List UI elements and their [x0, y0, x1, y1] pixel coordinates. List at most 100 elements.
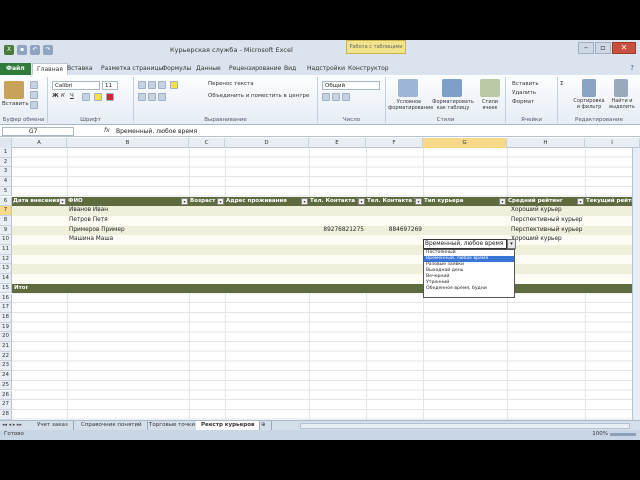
row-header[interactable]: 20	[0, 332, 12, 342]
cell-fio[interactable]: Иванов Иван	[69, 206, 108, 216]
align-middle-icon[interactable]	[148, 81, 156, 89]
align-left-icon[interactable]	[138, 93, 146, 101]
row-header[interactable]: 21	[0, 342, 12, 352]
filter-dropdown-icon[interactable]: ▾	[217, 197, 224, 205]
row-header[interactable]: 25	[0, 380, 12, 391]
row-header[interactable]: 19	[0, 322, 12, 333]
row-header[interactable]: 9	[0, 225, 12, 236]
autosum-icon[interactable]: Σ	[560, 81, 563, 87]
table-row[interactable]	[12, 274, 640, 284]
orientation-icon[interactable]	[170, 81, 178, 89]
cell-fio[interactable]: Машина Маша	[69, 235, 113, 245]
align-right-icon[interactable]	[158, 93, 166, 101]
tab-addins[interactable]: Надстройки	[307, 63, 345, 75]
row-header[interactable]: 17	[0, 303, 12, 313]
row-header[interactable]: 11	[0, 245, 12, 255]
format-painter-icon[interactable]	[30, 101, 38, 109]
row-header[interactable]: 22	[0, 351, 12, 362]
name-box[interactable]: G7	[2, 127, 74, 136]
paste-button[interactable]: Вставить	[2, 101, 29, 107]
cell-phone1[interactable]: 89276821275	[309, 226, 364, 236]
number-format-select[interactable]: Общий	[322, 81, 380, 90]
zoom-slider[interactable]	[610, 433, 636, 436]
row-header[interactable]: 7	[0, 206, 12, 216]
sheet-tab-orders[interactable]: Учет заказ	[32, 421, 74, 430]
tab-page-layout[interactable]: Разметка страницы	[101, 63, 163, 75]
font-name-select[interactable]: Calibri	[52, 81, 100, 90]
italic-icon[interactable]: К	[61, 93, 65, 99]
cell-avg-rating[interactable]: Перспективный курьер	[511, 226, 582, 236]
filter-dropdown-icon[interactable]: ▾	[358, 197, 365, 205]
conditional-format-icon[interactable]	[398, 79, 418, 97]
copy-icon[interactable]	[30, 91, 38, 99]
currency-icon[interactable]	[322, 93, 330, 101]
sheet-tab-glossary[interactable]: Справочник понятий	[76, 421, 148, 430]
help-icon[interactable]: ?	[630, 64, 634, 72]
table-row[interactable]	[12, 254, 640, 265]
column-header-c[interactable]: C	[189, 138, 225, 148]
filter-dropdown-icon[interactable]: ▾	[577, 197, 584, 205]
column-header-b[interactable]: B	[67, 138, 189, 148]
fill-color-icon[interactable]	[94, 93, 102, 101]
row-header[interactable]: 13	[0, 264, 12, 275]
cell-fio[interactable]: Примеров Пример	[69, 226, 125, 236]
column-header-g[interactable]: G	[423, 138, 507, 148]
align-center-icon[interactable]	[148, 93, 156, 101]
insert-cells-button[interactable]: Вставить	[512, 81, 539, 87]
tab-home[interactable]: Главная	[32, 63, 68, 75]
table-row[interactable]: Машина Маша Хороший курьер	[12, 235, 640, 245]
row-header[interactable]: 10	[0, 235, 12, 245]
underline-icon[interactable]: Ч	[70, 93, 74, 99]
tab-insert[interactable]: Вставка	[67, 63, 92, 75]
row-header[interactable]: 26	[0, 390, 12, 401]
align-top-icon[interactable]	[138, 81, 146, 89]
cell-avg-rating[interactable]: Хороший курьер	[511, 235, 562, 245]
align-bottom-icon[interactable]	[158, 81, 166, 89]
format-table-icon[interactable]	[442, 79, 462, 97]
cell-styles-button[interactable]: Стили ячеек	[476, 99, 504, 111]
row-header[interactable]: 1	[0, 148, 12, 158]
dropdown-option[interactable]: Обеденное время, будни	[424, 286, 514, 292]
table-row[interactable]: Петров Петя Перспективный курьер	[12, 215, 640, 226]
filter-dropdown-icon[interactable]: ▾	[301, 197, 308, 205]
row-header[interactable]: 4	[0, 177, 12, 187]
delete-cells-button[interactable]: Удалить	[512, 90, 536, 96]
cell-avg-rating[interactable]: Перспективный курьер	[511, 216, 582, 226]
filter-dropdown-icon[interactable]: ▾	[59, 197, 66, 205]
table-row[interactable]	[12, 245, 640, 255]
redo-icon[interactable]: ↷	[43, 45, 53, 55]
sheet-tab-outlets[interactable]: Торговые точки	[144, 421, 201, 430]
column-header-e[interactable]: E	[309, 138, 366, 148]
row-header[interactable]: 8	[0, 215, 12, 226]
tab-review[interactable]: Рецензирование	[229, 63, 281, 75]
column-header-i[interactable]: I	[585, 138, 640, 148]
tab-design[interactable]: Конструктор	[348, 63, 389, 75]
new-sheet-icon[interactable]: ⊕	[256, 421, 272, 430]
row-header[interactable]: 16	[0, 293, 12, 304]
cell-styles-icon[interactable]	[480, 79, 500, 97]
undo-icon[interactable]: ↶	[30, 45, 40, 55]
row-header[interactable]: 18	[0, 312, 12, 323]
conditional-format-button[interactable]: Условное форматирование	[388, 99, 433, 111]
column-header-d[interactable]: D	[225, 138, 309, 148]
wrap-text-button[interactable]: Перенос текста	[208, 81, 254, 87]
row-header[interactable]: 3	[0, 167, 12, 178]
row-header[interactable]: 12	[0, 254, 12, 265]
merge-center-button[interactable]: Объединить и поместить в центре	[208, 93, 309, 99]
save-icon[interactable]: ▪	[17, 45, 27, 55]
font-size-select[interactable]: 11	[102, 81, 118, 90]
row-header[interactable]: 15	[0, 283, 12, 294]
percent-icon[interactable]	[332, 93, 340, 101]
select-all-corner[interactable]	[0, 138, 12, 148]
courier-type-cell-editor[interactable]: Временный, любое время	[423, 239, 507, 249]
vertical-scrollbar[interactable]	[632, 148, 640, 420]
row-header[interactable]: 23	[0, 361, 12, 372]
formula-input[interactable]: Временный, любое время	[116, 127, 197, 136]
sheet-tab-couriers[interactable]: Реестр курьеров	[196, 421, 261, 430]
fx-icon[interactable]: fx	[104, 127, 110, 134]
maximize-icon[interactable]: ▫	[595, 42, 611, 54]
tab-formulas[interactable]: Формулы	[162, 63, 191, 75]
column-header-a[interactable]: A	[12, 138, 67, 148]
find-select-icon[interactable]	[614, 79, 628, 97]
zoom-level[interactable]: 100%	[592, 431, 608, 437]
